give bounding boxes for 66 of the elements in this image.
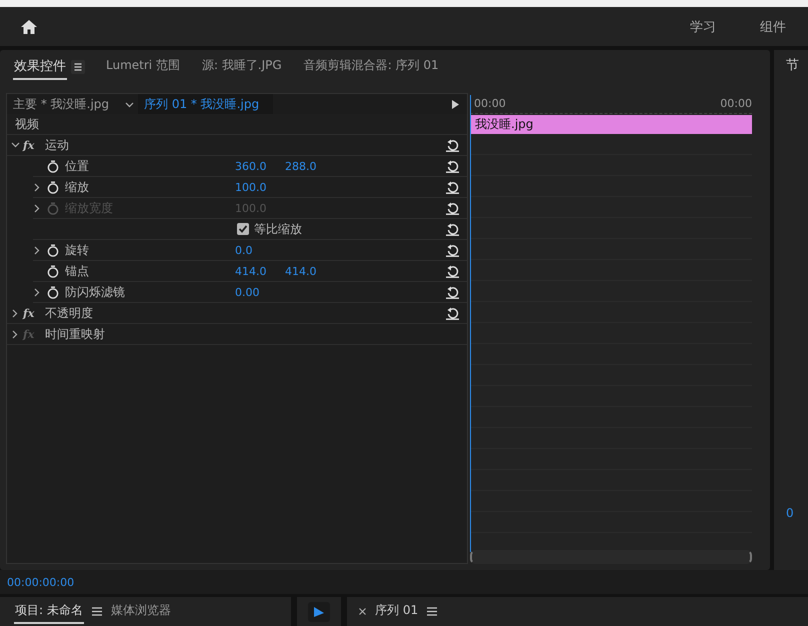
property-name: 旋转 <box>65 242 90 258</box>
home-icon[interactable] <box>20 18 38 34</box>
effect-name: 运动 <box>45 136 69 154</box>
triangle-icon <box>314 606 324 616</box>
chevron-icon[interactable] <box>10 140 20 150</box>
chevron-icon[interactable] <box>33 288 42 296</box>
property-value[interactable]: 360.0 <box>235 160 285 172</box>
tool-button[interactable] <box>308 602 330 622</box>
workspace-tab[interactable]: 组件 <box>738 18 808 36</box>
ruler-time: 00:00 <box>720 96 752 110</box>
effect-name: 时间重映射 <box>45 326 105 342</box>
ruler-time: 00:00 <box>474 96 506 110</box>
chevron-icon[interactable] <box>10 308 20 318</box>
stopwatch-icon[interactable] <box>47 264 59 278</box>
timecode[interactable]: 00:00:00:00 <box>7 576 74 588</box>
property-value[interactable]: 288.0 <box>285 160 335 172</box>
reset-icon[interactable] <box>446 244 459 256</box>
panel-tab[interactable]: Lumetri 范围 <box>105 54 181 79</box>
fx-toggle[interactable]: fx <box>23 307 34 320</box>
effect-name: 不透明度 <box>45 304 93 322</box>
chevron-icon[interactable] <box>33 182 42 192</box>
reset-icon[interactable] <box>446 180 459 194</box>
panel-tab[interactable]: 源: 我睡了.JPG <box>200 54 283 79</box>
reset-icon[interactable] <box>446 202 459 214</box>
stopwatch-icon[interactable] <box>47 244 59 256</box>
reset-icon[interactable] <box>446 138 459 152</box>
panel-tab[interactable]: 序列 01 <box>374 599 420 624</box>
panel-tab[interactable]: 项目: 未命名 <box>14 599 84 624</box>
reset-icon[interactable] <box>446 286 459 298</box>
reset-icon[interactable] <box>446 264 459 278</box>
section-label: 视频 <box>15 116 39 132</box>
close-icon[interactable] <box>359 608 366 615</box>
stopwatch-icon[interactable] <box>47 160 59 172</box>
property-name: 防闪烁滤镜 <box>65 284 126 300</box>
property-name: 位置 <box>65 158 90 174</box>
play-icon[interactable] <box>452 100 459 108</box>
property-value[interactable]: 414.0 <box>235 264 285 278</box>
property-name: 锚点 <box>65 262 90 280</box>
time-value: 0 <box>786 506 795 520</box>
clip-tab[interactable]: 序列 01 * 我没睡.jpg <box>138 94 274 114</box>
property-value[interactable]: 414.0 <box>285 264 335 278</box>
fx-toggle[interactable]: fx <box>23 139 34 152</box>
scroll-bar[interactable] <box>470 550 752 564</box>
menu-icon[interactable] <box>92 607 102 616</box>
stopwatch-icon[interactable] <box>47 286 59 298</box>
reset-icon[interactable] <box>446 160 459 172</box>
panel-tab[interactable]: 音频剪辑混合器: 序列 01 <box>302 54 440 79</box>
menu-icon[interactable] <box>71 60 85 74</box>
menu-icon[interactable] <box>427 607 438 616</box>
panel-tab[interactable]: 节 <box>786 56 808 74</box>
panel-tab[interactable]: 效果控件 <box>13 54 67 80</box>
chevron-icon[interactable] <box>10 330 20 338</box>
stopwatch-icon[interactable] <box>47 180 59 194</box>
checkbox-label: 等比缩放 <box>254 220 302 238</box>
clip-tab[interactable]: 主要 * 我没睡.jpg <box>7 96 116 112</box>
reset-icon[interactable] <box>446 306 459 320</box>
panel-tab[interactable]: 媒体浏览器 <box>110 599 172 624</box>
property-value[interactable]: 100.0 <box>235 180 285 194</box>
property-value[interactable]: 0.00 <box>235 286 285 298</box>
reset-icon[interactable] <box>446 222 459 236</box>
workspace-tab[interactable]: 学习 <box>668 18 738 36</box>
chevron-icon[interactable] <box>33 246 42 254</box>
clip-bar[interactable]: 我没睡.jpg <box>470 115 752 134</box>
property-value[interactable]: 0.0 <box>235 244 285 256</box>
checkbox[interactable] <box>237 223 249 235</box>
property-name: 缩放 <box>65 178 90 196</box>
